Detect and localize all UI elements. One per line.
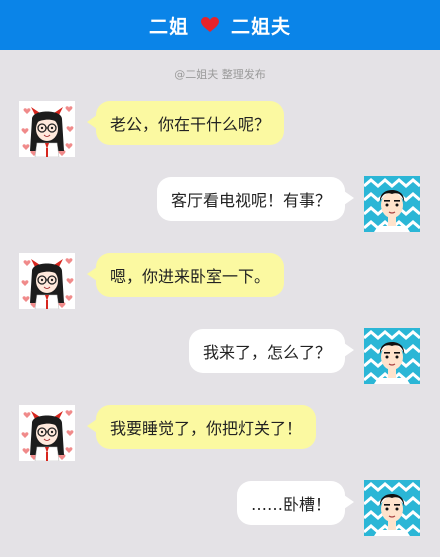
message-row: ……卧槽！: [0, 481, 440, 541]
message-bubble[interactable]: 我来了，怎么了？: [188, 329, 354, 373]
chat-header: 二姐 二姐夫: [0, 0, 440, 50]
message-text: ……卧槽！: [250, 495, 331, 514]
message-row: 嗯，你进来卧室一下。: [0, 253, 440, 313]
header-right-name: 二姐夫: [231, 15, 292, 38]
message-row: 我要睡觉了，你把灯关了！: [0, 405, 440, 465]
avatar-him[interactable]: [364, 176, 420, 232]
message-bubble[interactable]: ……卧槽！: [236, 481, 354, 525]
avatar-him[interactable]: [364, 480, 420, 536]
message-bubble[interactable]: 老公，你在干什么呢？: [87, 101, 285, 145]
message-row: 老公，你在干什么呢？: [0, 101, 440, 161]
bubble-tail: [87, 115, 97, 129]
avatar-her[interactable]: [19, 405, 75, 461]
heart-icon: [201, 17, 219, 33]
message-text: 嗯，你进来卧室一下。: [110, 267, 271, 286]
bubble-tail: [87, 419, 97, 433]
message-bubble[interactable]: 我要睡觉了，你把灯关了！: [87, 405, 317, 449]
credit-text: @二姐夫 整理发布: [174, 68, 266, 81]
avatar-her[interactable]: [19, 101, 75, 157]
message-text: 老公，你在干什么呢？: [110, 115, 271, 134]
header-left-name: 二姐: [148, 15, 189, 38]
message-row: 我来了，怎么了？: [0, 329, 440, 389]
message-bubble[interactable]: 客厅看电视呢！有事？: [156, 177, 354, 221]
message-text: 我来了，怎么了？: [202, 343, 331, 362]
bubble-tail: [344, 495, 354, 509]
bubble-tail: [87, 267, 97, 281]
message-bubble[interactable]: 嗯，你进来卧室一下。: [87, 253, 285, 297]
message-text: 客厅看电视呢！有事？: [170, 191, 331, 210]
message-row: 客厅看电视呢！有事？: [0, 177, 440, 237]
message-text: 我要睡觉了，你把灯关了！: [110, 419, 303, 438]
bubble-tail: [344, 191, 354, 205]
avatar-him[interactable]: [364, 328, 420, 384]
bubble-tail: [344, 343, 354, 357]
avatar-her[interactable]: [19, 253, 75, 309]
